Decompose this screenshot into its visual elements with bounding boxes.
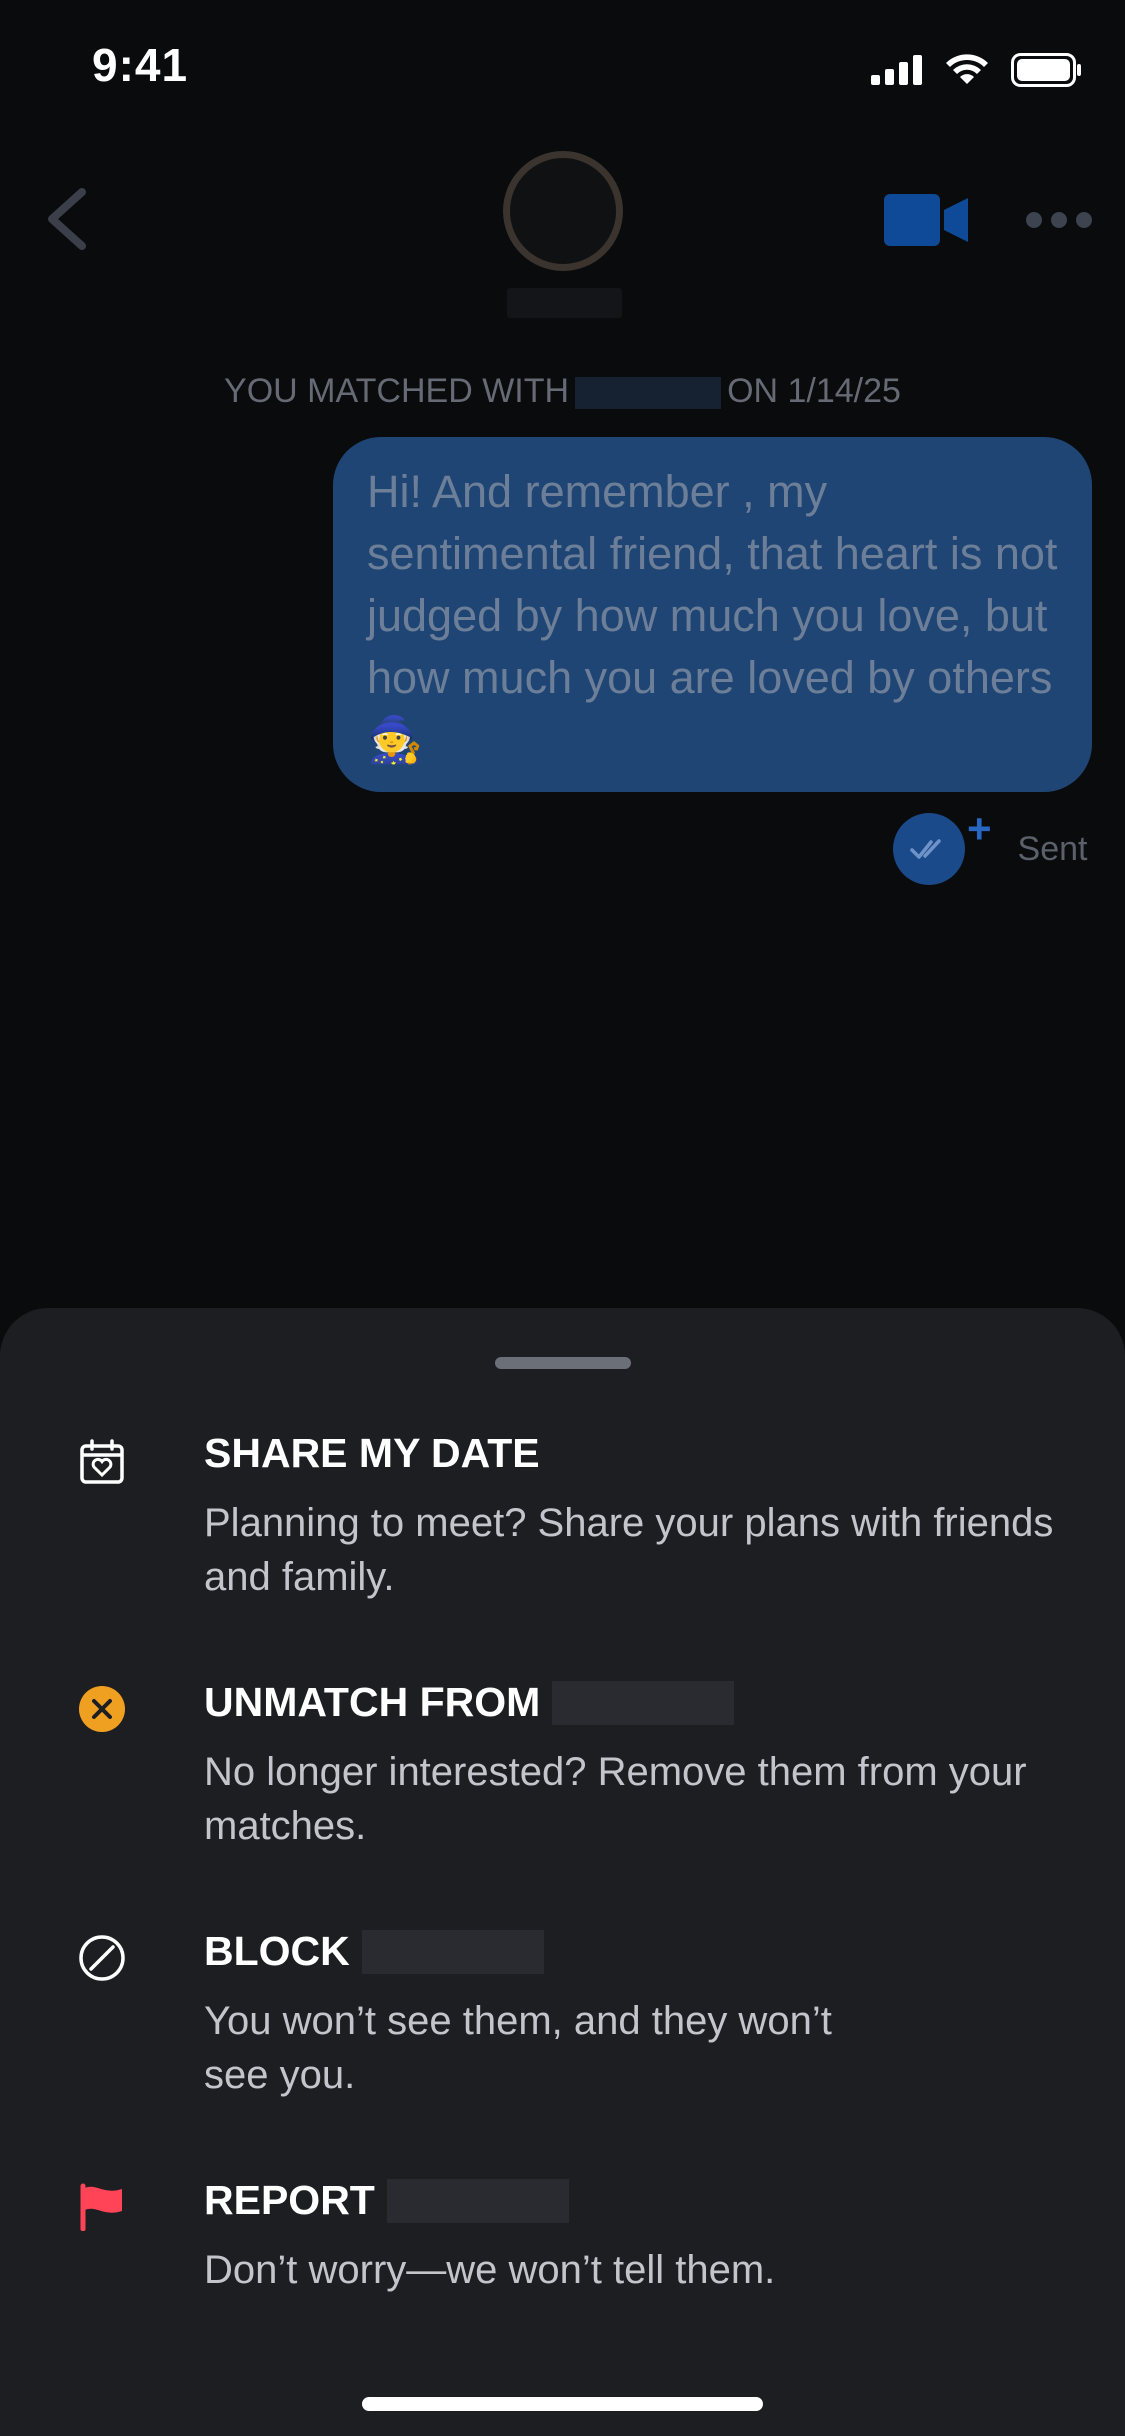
chevron-left-icon	[48, 188, 86, 250]
matched-suffix: ON 1/14/25	[727, 372, 901, 410]
more-options-button[interactable]	[1026, 202, 1092, 238]
report-option[interactable]: REPORT Don’t worry—we won’t tell them.	[0, 2177, 1125, 2327]
home-indicator[interactable]	[362, 2397, 763, 2411]
block-option[interactable]: BLOCK You won’t see them, and they won’t…	[0, 1928, 1125, 2128]
message-status: + Sent	[893, 805, 1088, 889]
wifi-icon	[946, 54, 988, 84]
battery-icon	[1011, 53, 1081, 87]
matched-date-label: YOU MATCHED WITH ON 1/14/25	[0, 372, 1125, 411]
flag-icon	[80, 2183, 122, 2231]
status-icons	[871, 50, 1083, 90]
option-description: Don’t worry—we won’t tell them.	[204, 2248, 776, 2292]
option-description: Planning to meet? Share your plans with …	[204, 1501, 1054, 1599]
sent-status: Sent	[1017, 829, 1088, 868]
redacted-name	[575, 377, 722, 410]
unmatch-option[interactable]: UNMATCH FROM No longer interested? Remov…	[0, 1679, 1125, 1879]
more-dots-icon	[1076, 212, 1092, 228]
option-title: SHARE MY DATE	[204, 1430, 540, 1476]
match-avatar[interactable]	[503, 151, 623, 271]
redacted-name	[552, 1680, 735, 1725]
double-check-icon	[910, 839, 941, 859]
share-my-date-option[interactable]: SHARE MY DATE Planning to meet? Share yo…	[0, 1430, 1125, 1630]
option-description: No longer interested? Remove them from y…	[204, 1750, 1027, 1848]
redacted-name	[361, 1929, 544, 1974]
chat-screen: 9:41 YOU MATCHED WITH ON 1/14/25 Hi! And…	[0, 0, 1125, 2436]
read-receipt-button[interactable]	[893, 813, 965, 885]
cellular-signal-icon	[871, 55, 922, 85]
redacted-name	[386, 2178, 569, 2223]
video-camera-icon	[884, 194, 968, 246]
message-bubble[interactable]: Hi! And remember , my sentimental friend…	[333, 437, 1092, 792]
option-description: You won’t see them, and they won’t see y…	[204, 1999, 832, 2097]
back-button[interactable]	[40, 184, 100, 254]
option-title: REPORT	[204, 2177, 569, 2224]
video-call-button[interactable]	[884, 192, 970, 248]
option-title-text: BLOCK	[204, 1928, 350, 1974]
option-title-text: UNMATCH FROM	[204, 1679, 541, 1725]
unmatch-x-icon	[79, 1686, 125, 1732]
option-title-text: REPORT	[204, 2177, 375, 2223]
calendar-heart-icon	[80, 1439, 124, 1484]
option-title: UNMATCH FROM	[204, 1679, 735, 1726]
matched-prefix: YOU MATCHED WITH	[224, 372, 570, 410]
more-dots-icon	[1051, 212, 1067, 228]
more-dots-icon	[1026, 212, 1042, 228]
plus-icon: +	[967, 805, 992, 852]
match-name-redacted	[507, 288, 622, 318]
block-icon	[79, 1935, 125, 1981]
sheet-grabber[interactable]	[495, 1357, 631, 1369]
status-time: 9:41	[92, 39, 189, 91]
option-title: BLOCK	[204, 1928, 544, 1975]
